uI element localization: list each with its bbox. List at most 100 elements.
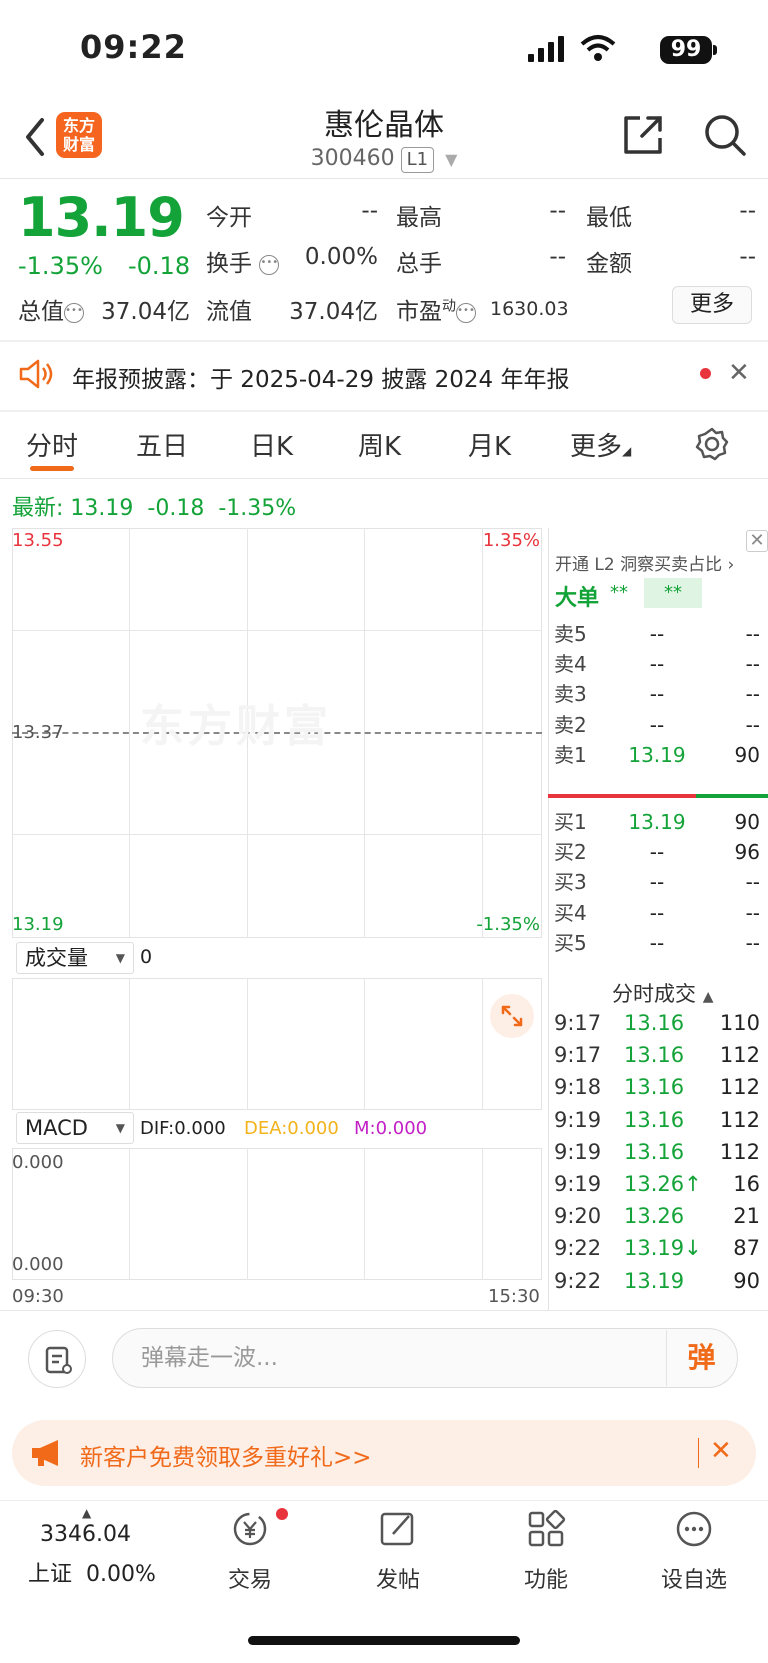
open-value: --	[361, 198, 378, 224]
battery-indicator: 99	[660, 36, 712, 64]
ask-row[interactable]: 卖1 13.19 90	[554, 739, 760, 771]
tab-monthly-k[interactable]: 月K	[468, 426, 511, 463]
close-icon[interactable]: ✕	[728, 358, 750, 388]
macd-dif: DIF:0.000	[140, 1118, 226, 1139]
trade-volume: 112	[719, 1139, 760, 1164]
trade-row[interactable]: 9:19 13.26↑ 16	[554, 1167, 760, 1201]
bid-price: --	[649, 930, 665, 955]
expand-arrows-icon	[501, 1005, 523, 1027]
tab-weekly-k[interactable]: 周K	[358, 426, 401, 463]
battery-tip	[713, 45, 717, 55]
close-icon[interactable]: ✕	[710, 1436, 732, 1466]
ask-row[interactable]: 卖2 -- --	[554, 709, 760, 741]
bid-row[interactable]: 买3 -- --	[554, 866, 760, 898]
info-dots-icon[interactable]: •••	[259, 255, 280, 275]
ask-level-label: 卖2	[554, 712, 587, 737]
trade-row[interactable]: 9:22 13.19 90	[554, 1264, 760, 1298]
macd-axis-top: 0.000	[12, 1152, 64, 1173]
close-icon[interactable]: ✕	[746, 530, 768, 552]
comment-list-icon[interactable]	[28, 1330, 86, 1388]
info-dots-icon[interactable]: •••	[64, 303, 84, 323]
change-percent: -1.35%	[18, 252, 103, 280]
trade-row[interactable]: 9:17 13.16 110	[554, 1006, 760, 1040]
l2-promo-text: 开通 L2 洞察买卖占比	[555, 555, 723, 575]
trade-row[interactable]: 9:18 13.16 112	[554, 1070, 760, 1104]
bid-row[interactable]: 买1 13.19 90	[554, 806, 760, 838]
more-dots-icon	[676, 1511, 712, 1547]
caret-up-icon: ▲	[82, 1506, 92, 1520]
grid-apps-icon	[528, 1509, 566, 1547]
trade-volume: 112	[719, 1043, 760, 1068]
low-value: --	[739, 198, 756, 224]
settings-gear-icon[interactable]	[694, 426, 730, 462]
bid-price: --	[649, 870, 665, 895]
volume-chart[interactable]	[12, 978, 542, 1110]
ask-row[interactable]: 卖3 -- --	[554, 678, 760, 710]
tab-five-day[interactable]: 五日	[136, 426, 188, 463]
trade-row[interactable]: 9:17 13.16 112	[554, 1038, 760, 1072]
promo-text[interactable]: 新客户免费领取多重好礼>>	[80, 1438, 372, 1472]
latest-quote-row: 最新: 13.19 -0.18 -1.35%	[12, 490, 296, 522]
ask-volume: --	[745, 622, 760, 646]
nav-add-watchlist[interactable]: 设自选	[634, 1508, 754, 1594]
bid-row[interactable]: 买5 -- --	[554, 927, 760, 959]
trade-volume: 110	[719, 1011, 760, 1035]
nav-functions[interactable]: 功能	[486, 1508, 606, 1594]
watermark: 东方财富	[140, 701, 332, 752]
trades-title-text: 分时成交	[612, 982, 696, 1006]
nav-trade[interactable]: 交易	[190, 1508, 310, 1594]
volume-indicator-select[interactable]: 成交量 ▼	[16, 942, 134, 974]
trade-row[interactable]: 9:19 13.16 112	[554, 1135, 760, 1169]
l2-promo-link[interactable]: 开通 L2 洞察买卖占比 ›	[555, 550, 734, 575]
ask-row[interactable]: 卖5 -- --	[554, 618, 760, 650]
bid-volume: --	[745, 870, 760, 895]
nav-post[interactable]: 发帖	[338, 1508, 458, 1594]
chevron-down-icon: ▼	[445, 150, 458, 169]
notification-dot	[276, 1508, 288, 1520]
tab-daily-k[interactable]: 日K	[250, 426, 293, 463]
notice-text[interactable]: 年报预披露：于 2025-04-29 披露 2024 年年报	[72, 360, 569, 394]
bid-row[interactable]: 买4 -- --	[554, 897, 760, 929]
ask-price: --	[649, 622, 665, 646]
trade-time: 9:18	[554, 1075, 602, 1100]
market-cap-label: 总值•••	[18, 292, 84, 326]
ask-price: 13.19	[628, 742, 686, 767]
ask-volume: --	[745, 682, 760, 707]
trade-row[interactable]: 9:20 13.26 21	[554, 1199, 760, 1233]
index-row[interactable]: 上证 0.00%	[28, 1556, 156, 1588]
share-icon[interactable]	[620, 112, 666, 158]
pct-axis-top: 1.35%	[482, 530, 540, 551]
ask-row[interactable]: 卖4 -- --	[554, 648, 760, 680]
big-order-sell: **	[644, 578, 702, 608]
trade-time: 9:19	[554, 1172, 602, 1196]
trade-row[interactable]: 9:19 13.16 112	[554, 1103, 760, 1137]
trades-title[interactable]: 分时成交 ▲	[612, 978, 713, 1008]
trade-volume: 112	[719, 1107, 760, 1132]
danmu-button[interactable]: 弹	[666, 1330, 736, 1386]
caret-up-icon: ▲	[702, 989, 714, 1005]
index-value[interactable]: 3346.04	[40, 1522, 131, 1547]
bid-volume: 90	[734, 810, 760, 834]
tab-intraday[interactable]: 分时	[26, 426, 78, 463]
expand-chart-icon[interactable]	[490, 994, 534, 1038]
trade-row[interactable]: 9:22 13.19↓ 87	[554, 1231, 760, 1265]
status-time: 09:22	[80, 28, 187, 66]
more-quote-button[interactable]: 更多	[672, 286, 752, 324]
bid-row[interactable]: 买2 -- 96	[554, 836, 760, 868]
search-icon[interactable]	[702, 112, 748, 158]
trade-volume: 16	[733, 1172, 760, 1196]
ask-price: --	[649, 682, 665, 707]
macd-axis-bottom: 0.000	[12, 1254, 64, 1275]
tab-more[interactable]: 更多◢	[570, 426, 631, 463]
tab-more-label: 更多	[570, 432, 623, 462]
danmu-input[interactable]: 弹幕走一波...	[112, 1328, 738, 1388]
bid-level-label: 买3	[554, 870, 587, 895]
pe-superscript: 动	[442, 298, 456, 315]
macd-chart[interactable]	[12, 1148, 542, 1280]
trade-time: 9:19	[554, 1107, 602, 1132]
macd-m: M:0.000	[354, 1118, 428, 1139]
ask-level-label: 卖5	[554, 622, 587, 646]
macd-indicator-select[interactable]: MACD ▼	[16, 1112, 134, 1144]
current-price: 13.19	[18, 186, 185, 249]
info-dots-icon[interactable]: •••	[456, 303, 476, 323]
